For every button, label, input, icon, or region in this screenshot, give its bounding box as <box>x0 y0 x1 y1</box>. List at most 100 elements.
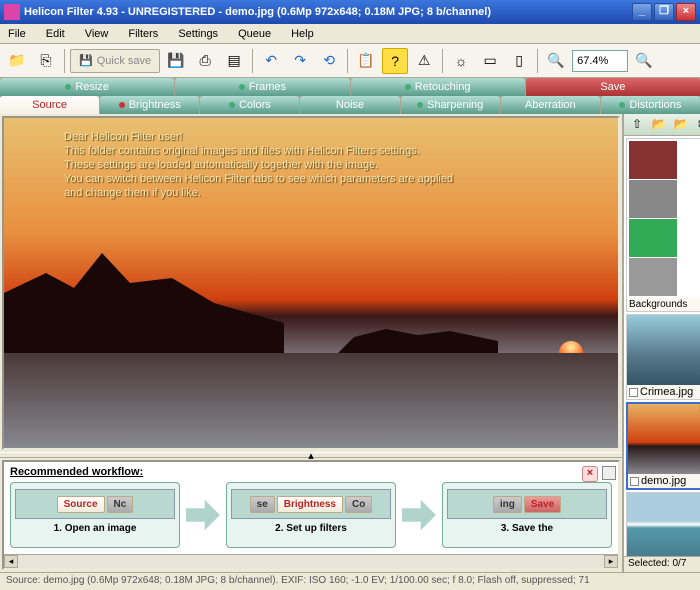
statusbar: Source: demo.jpg (0.6Mp 972x648; 0.18M J… <box>0 572 700 590</box>
thumb-label: Backgrounds <box>627 298 700 311</box>
zoom-display[interactable]: 67.4% <box>572 50 628 72</box>
scroll-right-icon[interactable]: ▸ <box>604 555 618 568</box>
tab-resize[interactable]: Resize <box>0 78 174 96</box>
overlay-line: Dear Helicon Filter user! <box>64 130 453 144</box>
dot-icon <box>239 84 245 90</box>
thumb-demo[interactable]: i demo.jpg <box>626 402 700 490</box>
workflow-dock-button[interactable] <box>602 466 616 480</box>
menu-queue[interactable]: Queue <box>234 27 275 41</box>
redo-icon[interactable]: ↷ <box>287 48 313 74</box>
quicksave-label: Quick save <box>97 55 151 67</box>
send-icon[interactable]: ✉ <box>694 117 700 133</box>
tab-label: Aberration <box>525 99 576 111</box>
tab-noise[interactable]: Noise <box>300 96 399 114</box>
tab-label: Save <box>600 81 625 93</box>
view2-icon[interactable]: ▯ <box>506 48 532 74</box>
tab-distortions[interactable]: Distortions <box>601 96 700 114</box>
step-caption: 3. Save the <box>447 523 607 534</box>
thumb-backgrounds[interactable]: i Backgrounds <box>626 138 700 312</box>
tab-retouching[interactable]: Retouching <box>351 78 525 96</box>
tab-label: Sharpening <box>427 99 483 111</box>
open-icon[interactable]: 📁 <box>4 48 30 74</box>
close-button[interactable]: × <box>676 3 696 21</box>
mini-tab: ing <box>493 496 522 513</box>
menu-file[interactable]: File <box>4 27 30 41</box>
thumb-image <box>627 493 700 556</box>
workflow-title: Recommended workflow: <box>10 466 612 478</box>
minimize-button[interactable]: _ <box>632 3 652 21</box>
tab-label: Source <box>32 99 67 111</box>
checkbox[interactable] <box>629 388 638 397</box>
tab-save[interactable]: Save <box>526 78 700 96</box>
file-browser: ⇧ 📂 📂 ✉ i Backgrounds i Crimea.jpg <box>624 114 700 572</box>
clone-icon[interactable]: ⎘ <box>33 48 59 74</box>
tab-label: Colors <box>239 99 271 111</box>
app-icon <box>4 4 20 20</box>
scroll-left-icon[interactable]: ◂ <box>4 555 18 568</box>
dot-icon <box>619 102 625 108</box>
print-icon[interactable]: ⎙ <box>192 48 218 74</box>
dot-icon <box>65 84 71 90</box>
selection-status: Selected: 0/7 <box>624 556 700 572</box>
workflow-step-2[interactable]: seBrightnessCo 2. Set up filters <box>226 482 396 548</box>
overlay-line: and change them if you like. <box>64 186 453 200</box>
zoomout-icon[interactable]: 🔍 <box>543 48 569 74</box>
menu-edit[interactable]: Edit <box>42 27 69 41</box>
separator <box>347 49 348 73</box>
tab-aberration[interactable]: Aberration <box>501 96 600 114</box>
thumb-label: Crimea.jpg <box>640 386 693 398</box>
folder-open-icon[interactable]: 📂 <box>650 117 668 133</box>
clipboard-icon[interactable]: 📋 <box>353 48 379 74</box>
reset-icon[interactable]: ⟲ <box>316 48 342 74</box>
workflow-step-1[interactable]: SourceNc 1. Open an image <box>10 482 180 548</box>
tab-sharpening[interactable]: Sharpening <box>401 96 500 114</box>
bottom-tabs: Source Brightness Colors Noise Sharpenin… <box>0 96 700 114</box>
menu-filters[interactable]: Filters <box>124 27 162 41</box>
tab-label: Retouching <box>415 81 471 93</box>
thumb-image <box>627 315 700 385</box>
stack-icon[interactable]: ▤ <box>221 48 247 74</box>
titlebar: Helicon Filter 4.93 - UNREGISTERED - dem… <box>0 0 700 24</box>
save-icon[interactable]: 💾 <box>163 48 189 74</box>
menubar: File Edit View Filters Settings Queue He… <box>0 24 700 44</box>
workflow-close-button[interactable]: × <box>582 466 598 482</box>
workflow-step-3[interactable]: ingSave 3. Save the <box>442 482 612 548</box>
folder-up-icon[interactable]: ⇧ <box>628 117 646 133</box>
menu-settings[interactable]: Settings <box>174 27 222 41</box>
folder-open2-icon[interactable]: 📂 <box>672 117 690 133</box>
tab-colors[interactable]: Colors <box>200 96 299 114</box>
workflow-scrollbar[interactable]: ◂ ▸ <box>4 554 618 568</box>
tab-label: Noise <box>336 99 364 111</box>
thumb-crimea[interactable]: i Crimea.jpg <box>626 314 700 400</box>
quicksave-button: 💾 Quick save <box>70 49 160 73</box>
menu-view[interactable]: View <box>81 27 113 41</box>
wizard-icon[interactable]: ☼ <box>448 48 474 74</box>
thumb-eibsee[interactable]: i Eibsee.jpg <box>626 492 700 556</box>
overlay-message: Dear Helicon Filter user! This folder co… <box>64 130 453 200</box>
mountain-silhouette <box>4 253 284 353</box>
image-preview[interactable]: Dear Helicon Filter user! This folder co… <box>2 116 620 450</box>
bg-swatch <box>629 180 677 218</box>
undo-icon[interactable]: ↶ <box>258 48 284 74</box>
zoomin-icon[interactable]: 🔍 <box>631 48 657 74</box>
window-title: Helicon Filter 4.93 - UNREGISTERED - dem… <box>24 6 632 18</box>
horizontal-splitter[interactable]: ▴ <box>0 452 622 458</box>
mountain-silhouette2 <box>338 313 498 353</box>
thumbnail-list[interactable]: i Backgrounds i Crimea.jpg i demo.jpg <box>624 136 700 556</box>
tab-frames[interactable]: Frames <box>175 78 349 96</box>
thumb-image <box>628 404 700 474</box>
tab-source[interactable]: Source <box>0 96 99 114</box>
help-icon[interactable]: ? <box>382 48 408 74</box>
view1-icon[interactable]: ▭ <box>477 48 503 74</box>
maximize-button[interactable]: ❐ <box>654 3 674 21</box>
tab-label: Resize <box>75 81 109 93</box>
dot-icon <box>119 102 125 108</box>
scroll-track[interactable] <box>18 555 604 568</box>
menu-help[interactable]: Help <box>287 27 318 41</box>
warning-icon[interactable]: ⚠ <box>411 48 437 74</box>
overlay-line: This folder contains original images and… <box>64 144 453 158</box>
tab-brightness[interactable]: Brightness <box>100 96 199 114</box>
mini-tab: Co <box>345 496 372 513</box>
dot-icon <box>229 102 235 108</box>
checkbox[interactable] <box>630 477 639 486</box>
